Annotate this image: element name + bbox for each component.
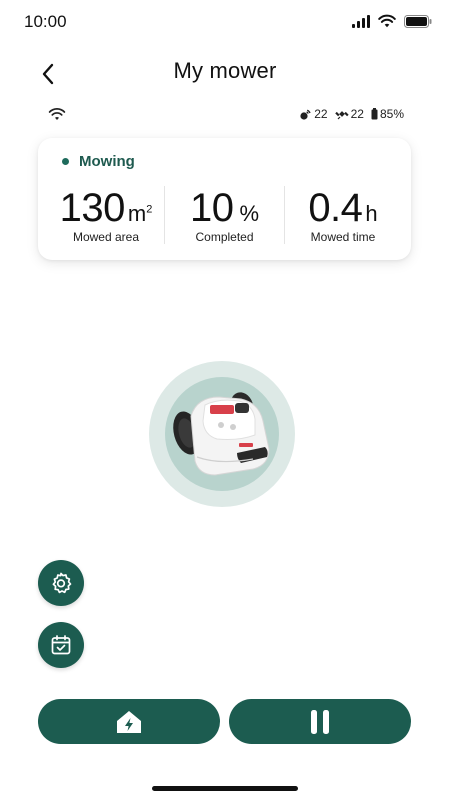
home-indicator	[152, 786, 298, 791]
gps-antenna-icon	[300, 109, 311, 120]
stat-mowed-area: 130 m2 Mowed area	[48, 186, 164, 248]
stats-card: Mowing 130 m2 Mowed area 10 % Completed …	[38, 138, 411, 260]
page-title: My mower	[173, 58, 277, 83]
stat-value: 130	[59, 186, 126, 230]
gps-count: 22	[314, 107, 328, 121]
satellite-signal: 22	[334, 107, 364, 121]
stat-unit: h	[365, 201, 378, 226]
status-label: Mowing	[79, 153, 135, 170]
stat-unit: %	[239, 201, 260, 226]
battery-level: 85%	[379, 107, 404, 121]
connection-row: 22 22 85%	[0, 104, 450, 126]
cellular-signal-icon	[352, 14, 370, 28]
mowing-status: Mowing	[62, 153, 135, 170]
satellite-icon	[334, 111, 349, 120]
gps-signal: 22	[299, 107, 328, 121]
header: My mower	[0, 52, 450, 94]
battery-status-icon	[404, 14, 432, 28]
stat-label: Mowed time	[310, 230, 376, 244]
mower-battery: 85%	[371, 107, 404, 121]
mower-image	[173, 392, 270, 476]
status-dot	[62, 158, 69, 165]
return-home-button[interactable]	[38, 699, 220, 744]
signal-info: 22 22 85%	[299, 107, 404, 121]
stat-label: Completed	[195, 230, 254, 244]
mower-display	[149, 361, 295, 507]
stat-value: 10	[189, 186, 234, 230]
schedule-button[interactable]	[38, 622, 84, 668]
status-bar: 10:00	[0, 0, 450, 46]
stat-unit: m2	[127, 201, 153, 226]
status-time: 10:00	[24, 12, 67, 31]
mower-wifi-icon	[48, 108, 66, 120]
stat-mowed-time: 0.4 h Mowed time	[285, 186, 401, 248]
stat-completed: 10 % Completed	[165, 186, 284, 248]
pause-icon	[311, 709, 329, 734]
settings-button[interactable]	[38, 560, 84, 606]
stat-label: Mowed area	[72, 230, 140, 244]
satellite-count: 22	[350, 107, 364, 121]
pause-button[interactable]	[229, 699, 411, 744]
home-charge-icon	[117, 710, 141, 733]
stat-value: 0.4	[308, 186, 363, 230]
wifi-status-icon	[378, 14, 396, 28]
gear-icon	[52, 572, 72, 594]
status-icons	[352, 14, 432, 28]
calendar-check-icon	[51, 635, 71, 655]
battery-icon	[371, 108, 378, 120]
